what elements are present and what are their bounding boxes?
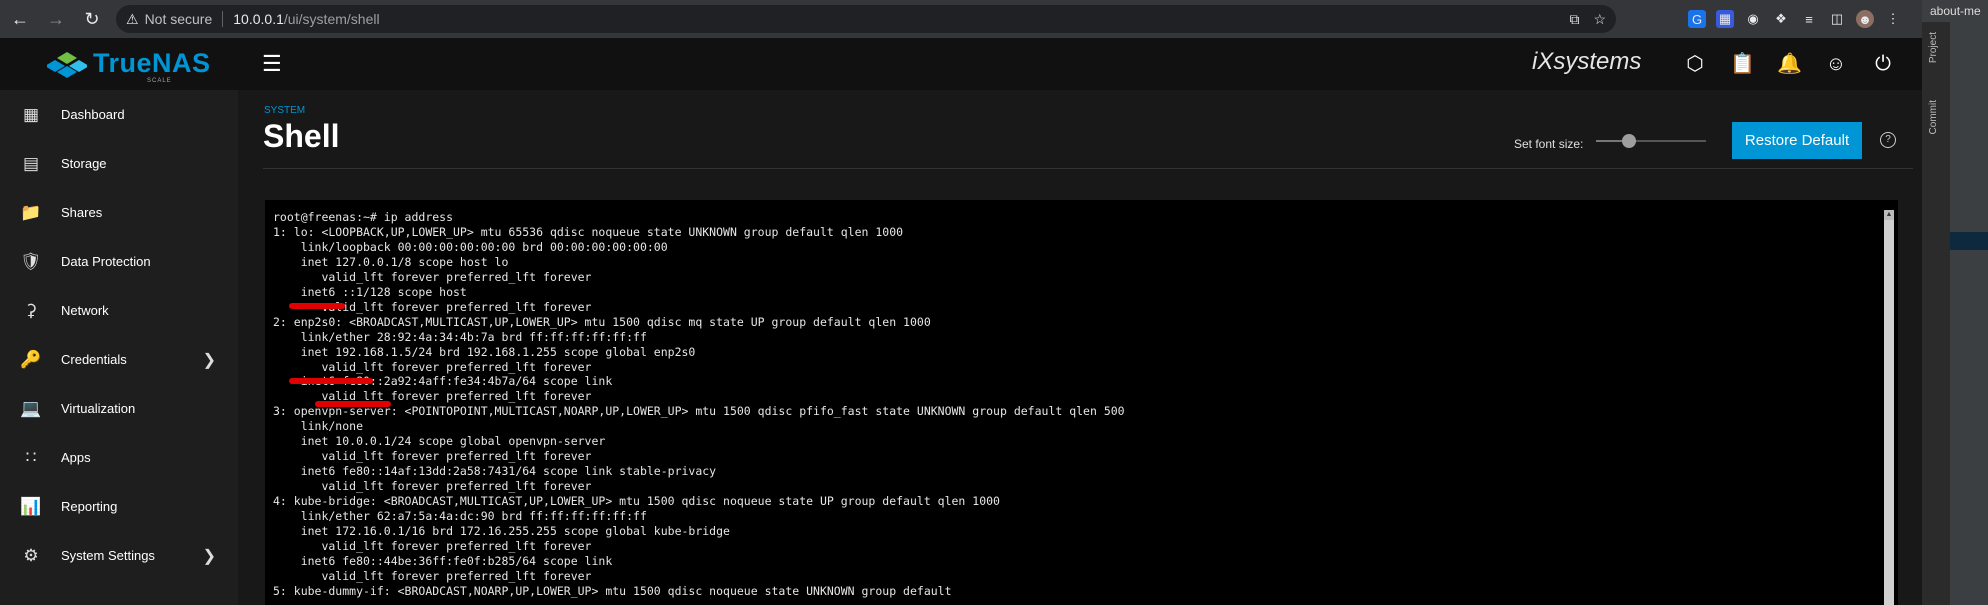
- apps-grid-icon: ∷: [25, 447, 37, 467]
- share-icon[interactable]: ⧉: [1569, 11, 1579, 28]
- network-icon: ⚳: [24, 300, 38, 320]
- brand-sub: SCALE: [147, 78, 172, 84]
- not-secure-label: Not secure: [144, 11, 213, 27]
- browser-toolbar: ← → ↻ ⚠ Not secure 10.0.0.1/ui/system/sh…: [0, 0, 1922, 38]
- sidebar-item-apps[interactable]: ∷ Apps: [0, 433, 238, 482]
- ide-commit-tab[interactable]: Commit: [1928, 100, 1944, 134]
- redaction-mark: [289, 378, 373, 384]
- font-size-slider[interactable]: [1596, 134, 1706, 148]
- sidebar-item-label: Network: [61, 303, 109, 318]
- header-divider: [263, 168, 1913, 169]
- page-title: Shell: [263, 118, 340, 154]
- sidebar-item-label: Credentials: [61, 352, 127, 367]
- sidebar-item-credentials[interactable]: 🔑 Credentials ❯: [0, 335, 238, 384]
- sidebar-item-storage[interactable]: ▤ Storage: [0, 139, 238, 188]
- gear-icon: ⚙: [23, 545, 39, 565]
- sidebar-item-virtualization[interactable]: 💻 Virtualization: [0, 384, 238, 433]
- ide-window-title: about-me: [1922, 0, 1988, 22]
- sidebar-item-label: Virtualization: [61, 401, 136, 416]
- cookie-extension-icon[interactable]: ◉: [1744, 10, 1762, 28]
- truenas-logo-icon: [47, 51, 87, 78]
- sidebar-item-label: Dashboard: [61, 107, 125, 122]
- warning-icon: ⚠: [126, 10, 139, 27]
- extension-icons: G ▦ ◉ ❖ ≡ ◫ ☻ ⋮: [1688, 10, 1902, 28]
- notifications-bell-icon[interactable]: 🔔: [1777, 52, 1802, 76]
- reading-list-icon[interactable]: ≡: [1800, 10, 1818, 28]
- restore-default-button[interactable]: Restore Default: [1732, 122, 1862, 159]
- ide-project-tab[interactable]: Project: [1928, 32, 1944, 63]
- power-icon[interactable]: ⏻: [1871, 52, 1895, 76]
- sidebar-item-dashboard[interactable]: ▦ Dashboard: [0, 90, 238, 139]
- sidebar-item-label: System Settings: [61, 548, 155, 563]
- main-content: System Shell Set font size: Restore Defa…: [238, 90, 1922, 605]
- profile-avatar-icon[interactable]: ☻: [1856, 10, 1874, 28]
- omnibox-separator: [222, 11, 224, 27]
- sidebar-item-label: Reporting: [61, 499, 118, 514]
- menu-toggle-icon[interactable]: ☰: [262, 52, 286, 76]
- sidebar-item-label: Apps: [61, 450, 91, 465]
- truecommand-icon[interactable]: ⬡: [1683, 52, 1707, 76]
- sidebar-item-label: Shares: [61, 205, 103, 220]
- ixsystems-logo[interactable]: iXsystems: [1532, 48, 1641, 76]
- terminal-scrollbar[interactable]: ▲: [1884, 210, 1894, 605]
- side-panel-icon[interactable]: ◫: [1828, 10, 1846, 28]
- font-size-slider-handle[interactable]: [1622, 134, 1636, 148]
- browser-menu-icon[interactable]: ⋮: [1884, 10, 1902, 28]
- reload-icon[interactable]: ↻: [76, 3, 108, 35]
- page-section-label: System: [264, 105, 306, 116]
- app-header: TrueNAS SCALE ☰ iXsystems ⬡ 📋 🔔 ☺ ⏻: [0, 38, 1922, 90]
- laptop-icon: 💻: [20, 398, 42, 418]
- terminal-output: root@freenas:~# ip address 1: lo: <LOOPB…: [273, 210, 1125, 598]
- ide-panel: about-me Project Commit: [1922, 0, 1988, 605]
- scroll-up-icon[interactable]: ▲: [1884, 210, 1894, 220]
- sidebar-item-reporting[interactable]: 📊 Reporting: [0, 482, 238, 531]
- redaction-mark: [315, 401, 391, 407]
- key-icon: 🔑: [20, 349, 42, 369]
- sidebar: ▦ Dashboard ▤ Storage 📁 Shares 🛡 Data Pr…: [0, 90, 238, 605]
- sidebar-item-network[interactable]: ⚳ Network: [0, 286, 238, 335]
- sidebar-item-label: Data Protection: [61, 254, 151, 269]
- ide-selected-row: [1950, 232, 1988, 250]
- ide-project-tree: [1950, 22, 1988, 605]
- back-icon[interactable]: ←: [4, 3, 36, 35]
- task-manager-clipboard-icon[interactable]: 📋: [1730, 52, 1755, 76]
- forward-icon[interactable]: →: [40, 3, 72, 35]
- shield-icon: 🛡: [20, 251, 42, 271]
- sidebar-item-shares[interactable]: 📁 Shares: [0, 188, 238, 237]
- sidebar-item-label: Storage: [61, 156, 107, 171]
- brand-name: TrueNAS: [93, 48, 211, 78]
- truenas-logo[interactable]: TrueNAS SCALE: [47, 48, 211, 84]
- help-icon[interactable]: ?: [1880, 132, 1896, 148]
- url-text: 10.0.0.1/ui/system/shell: [233, 11, 379, 27]
- puzzle-extensions-icon[interactable]: ❖: [1772, 10, 1790, 28]
- terminal[interactable]: root@freenas:~# ip address 1: lo: <LOOPB…: [265, 200, 1898, 605]
- sidebar-item-system-settings[interactable]: ⚙ System Settings ❯: [0, 531, 238, 580]
- translate-extension-icon[interactable]: G: [1688, 10, 1706, 28]
- dashboard-icon: ▦: [22, 104, 40, 124]
- extension-icon[interactable]: ▦: [1716, 10, 1734, 28]
- storage-icon: ▤: [22, 153, 40, 173]
- chart-icon: 📊: [20, 496, 42, 516]
- sidebar-item-data-protection[interactable]: 🛡 Data Protection: [0, 237, 238, 286]
- chevron-right-icon: ❯: [202, 351, 216, 369]
- chevron-right-icon: ❯: [202, 547, 216, 565]
- url-path: /ui/system/shell: [283, 11, 380, 27]
- address-bar[interactable]: ⚠ Not secure 10.0.0.1/ui/system/shell ⧉ …: [116, 5, 1616, 33]
- font-size-label: Set font size:: [1514, 137, 1584, 151]
- url-host: 10.0.0.1: [233, 11, 284, 27]
- account-circle-icon[interactable]: ☺: [1824, 52, 1848, 76]
- bookmark-star-icon[interactable]: ☆: [1593, 11, 1606, 28]
- shares-folder-icon: 📁: [20, 202, 42, 222]
- redaction-mark: [289, 303, 345, 309]
